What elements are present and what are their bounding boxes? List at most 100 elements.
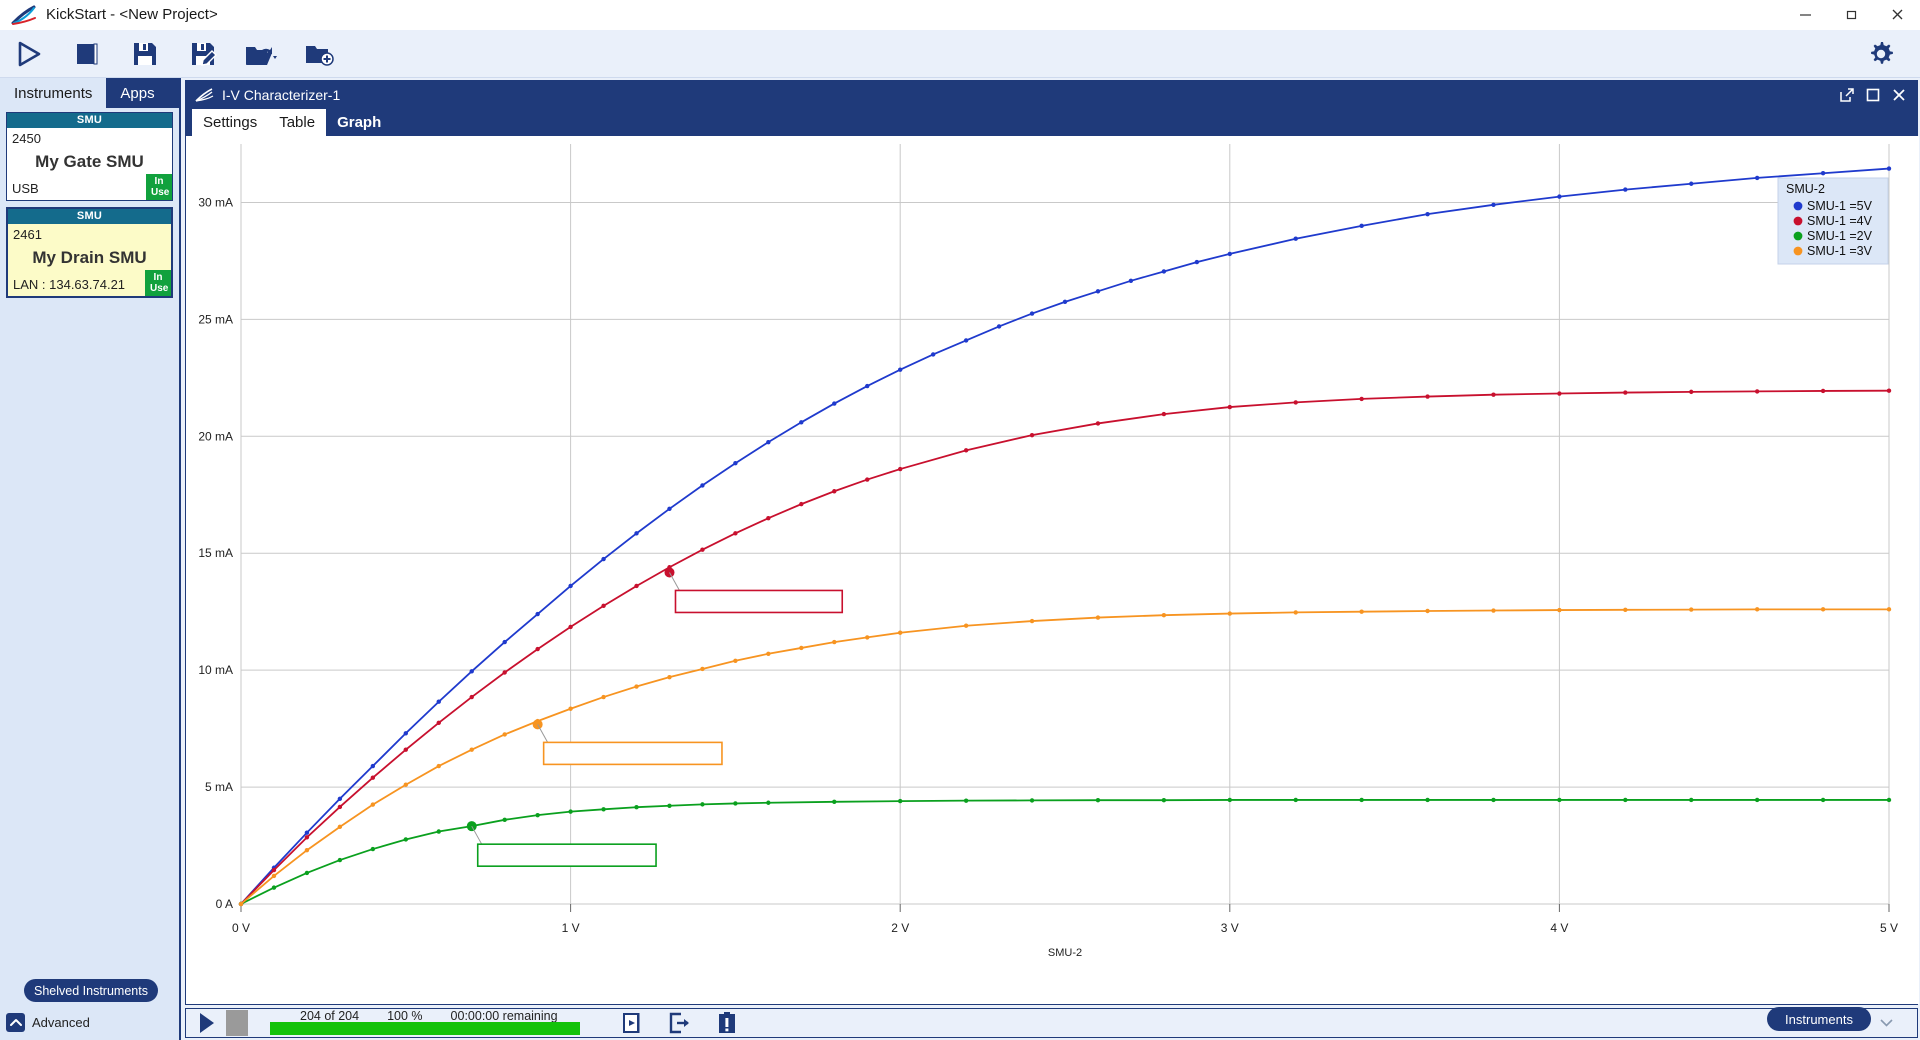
instrument-connection: LAN : 134.63.74.21 — [13, 277, 125, 296]
tab-graph-label: Graph — [337, 114, 381, 131]
instruments-button[interactable]: Instruments — [1767, 1007, 1871, 1031]
instrument-list: SMU 2450 My Gate SMU USB In Use SMU 2461… — [0, 108, 179, 298]
progress-count: 204 of 204 — [300, 1009, 359, 1023]
panel-maximize-icon[interactable] — [1861, 83, 1885, 107]
instrument-footer: LAN : 134.63.74.21 In Use — [8, 270, 171, 296]
panel-header-buttons — [1835, 83, 1917, 107]
status-badge-line2: Use — [151, 187, 169, 198]
run-play-icon[interactable] — [198, 1012, 216, 1034]
svg-text:SMU-1 =4V: SMU-1 =4V — [1807, 214, 1873, 228]
run-status-bar: 204 of 204 100 % 00:00:00 remaining — [185, 1008, 1918, 1038]
svg-text:SMU-2: SMU-2 — [1048, 947, 1082, 959]
save-icon[interactable] — [116, 31, 174, 77]
graph-container: 0 A 5 mA 10 mA 15 mA 20 mA 25 mA 30 mA 0 V 1 V 2 … — [186, 136, 1919, 1004]
progress-area: 204 of 204 100 % 00:00:00 remaining — [270, 1010, 580, 1036]
progress-remaining: 00:00:00 remaining — [451, 1009, 558, 1023]
iv-characterizer-panel: I-V Characterizer-1 — [185, 80, 1918, 1005]
tab-graph[interactable]: Graph — [326, 109, 392, 136]
svg-text:5 mA: 5 mA — [205, 780, 233, 794]
kickstart-app: KickStart - <New Project> — [0, 0, 1920, 1040]
shelved-instruments-label: Shelved Instruments — [34, 984, 148, 998]
instruments-button-label: Instruments — [1785, 1012, 1853, 1027]
open-project-icon[interactable] — [232, 31, 290, 77]
shelved-instruments-button[interactable]: Shelved Instruments — [24, 979, 158, 1002]
svg-text:3 V: 3 V — [1221, 921, 1239, 935]
panel-title: I-V Characterizer-1 — [222, 87, 340, 103]
svg-text:1 V: 1 V — [562, 921, 580, 935]
tab-table-label: Table — [279, 114, 315, 131]
status-badge-line1: In — [154, 272, 163, 283]
maximize-button[interactable] — [1828, 0, 1874, 30]
app-logo-icon — [10, 4, 40, 26]
svg-text:10 mA: 10 mA — [198, 663, 233, 677]
chevron-up-icon[interactable] — [6, 1013, 25, 1032]
instrument-connection: USB — [12, 181, 39, 200]
instrument-name: My Gate SMU — [7, 146, 172, 174]
export-icon[interactable] — [668, 1011, 692, 1035]
status-badge-line2: Use — [150, 283, 168, 294]
settings-gear-icon[interactable] — [1852, 31, 1910, 77]
instrument-footer: USB In Use — [7, 174, 172, 200]
left-sidebar: Instruments Apps SMU 2450 My Gate SMU US… — [0, 78, 181, 1040]
save-as-icon[interactable] — [174, 31, 232, 77]
iv-curve-chart[interactable]: 0 A 5 mA 10 mA 15 mA 20 mA 25 mA 30 mA 0 V 1 V 2 … — [186, 136, 1919, 1004]
sidebar-tab-instruments-label: Instruments — [14, 85, 92, 102]
sidebar-tabs: Instruments Apps — [0, 78, 179, 108]
panel-logo-icon — [194, 87, 214, 103]
instrument-card-drain[interactable]: SMU 2461 My Drain SMU LAN : 134.63.74.21… — [6, 207, 173, 298]
instrument-name: My Drain SMU — [8, 242, 171, 270]
sidebar-tab-instruments[interactable]: Instruments — [0, 78, 106, 108]
sidebar-tab-apps[interactable]: Apps — [106, 78, 168, 108]
chevron-down-icon[interactable] — [1880, 1018, 1893, 1027]
panel-header: I-V Characterizer-1 — [186, 81, 1917, 109]
status-badge: In Use — [145, 270, 171, 296]
advanced-row[interactable]: Advanced — [6, 1013, 90, 1032]
status-bar-icons — [620, 1011, 738, 1035]
instrument-model: 2450 — [7, 128, 172, 146]
advanced-label: Advanced — [32, 1015, 90, 1030]
tab-settings-label: Settings — [203, 114, 257, 131]
tab-settings[interactable]: Settings — [192, 109, 268, 136]
instrument-model: 2461 — [8, 224, 171, 242]
svg-text:4 V: 4 V — [1550, 921, 1568, 935]
run-icon[interactable] — [0, 31, 58, 77]
progress-bar — [270, 1022, 580, 1035]
panel-tabs: Settings Table Graph — [186, 109, 1917, 136]
svg-text:SMU-1 =2V: SMU-1 =2V — [1807, 229, 1873, 243]
svg-text:0 A: 0 A — [216, 897, 233, 911]
window-controls — [1782, 0, 1920, 30]
main-area: I-V Characterizer-1 — [183, 78, 1920, 1040]
progress-text: 204 of 204 100 % 00:00:00 remaining — [270, 1009, 580, 1023]
instrument-type-label: SMU — [8, 209, 171, 224]
progress-bar-fill — [270, 1022, 580, 1035]
main-toolbar — [0, 30, 1920, 78]
svg-text:15 mA: 15 mA — [198, 546, 233, 560]
instrument-card-gate[interactable]: SMU 2450 My Gate SMU USB In Use — [6, 112, 173, 201]
minimize-button[interactable] — [1782, 0, 1828, 30]
alert-clipboard-icon[interactable] — [716, 1011, 738, 1035]
window-title: KickStart - <New Project> — [46, 6, 218, 23]
svg-text:25 mA: 25 mA — [198, 312, 233, 326]
svg-text:SMU-1 =3V: SMU-1 =3V — [1807, 244, 1873, 258]
svg-text:30 mA: 30 mA — [198, 195, 233, 209]
svg-text:5 V: 5 V — [1880, 921, 1898, 935]
progress-percent: 100 % — [387, 1009, 422, 1023]
svg-text:SMU-1 =5V: SMU-1 =5V — [1807, 199, 1873, 213]
panel-close-icon[interactable] — [1887, 83, 1911, 107]
svg-text:SMU-2: SMU-2 — [1786, 182, 1825, 196]
run-book-icon[interactable] — [620, 1011, 644, 1035]
svg-text:20 mA: 20 mA — [198, 429, 233, 443]
close-button[interactable] — [1874, 0, 1920, 30]
status-badge-line1: In — [155, 176, 164, 187]
svg-text:0 V: 0 V — [232, 921, 250, 935]
instrument-type-label: SMU — [7, 113, 172, 128]
run-stop-icon[interactable] — [226, 1010, 248, 1036]
stop-icon[interactable] — [58, 31, 116, 77]
svg-text:2 V: 2 V — [891, 921, 909, 935]
sidebar-tab-apps-label: Apps — [120, 85, 154, 102]
status-badge: In Use — [146, 174, 172, 200]
window-titlebar: KickStart - <New Project> — [0, 0, 1920, 30]
tab-table[interactable]: Table — [268, 109, 326, 136]
popout-icon[interactable] — [1835, 83, 1859, 107]
new-project-icon[interactable] — [290, 31, 348, 77]
